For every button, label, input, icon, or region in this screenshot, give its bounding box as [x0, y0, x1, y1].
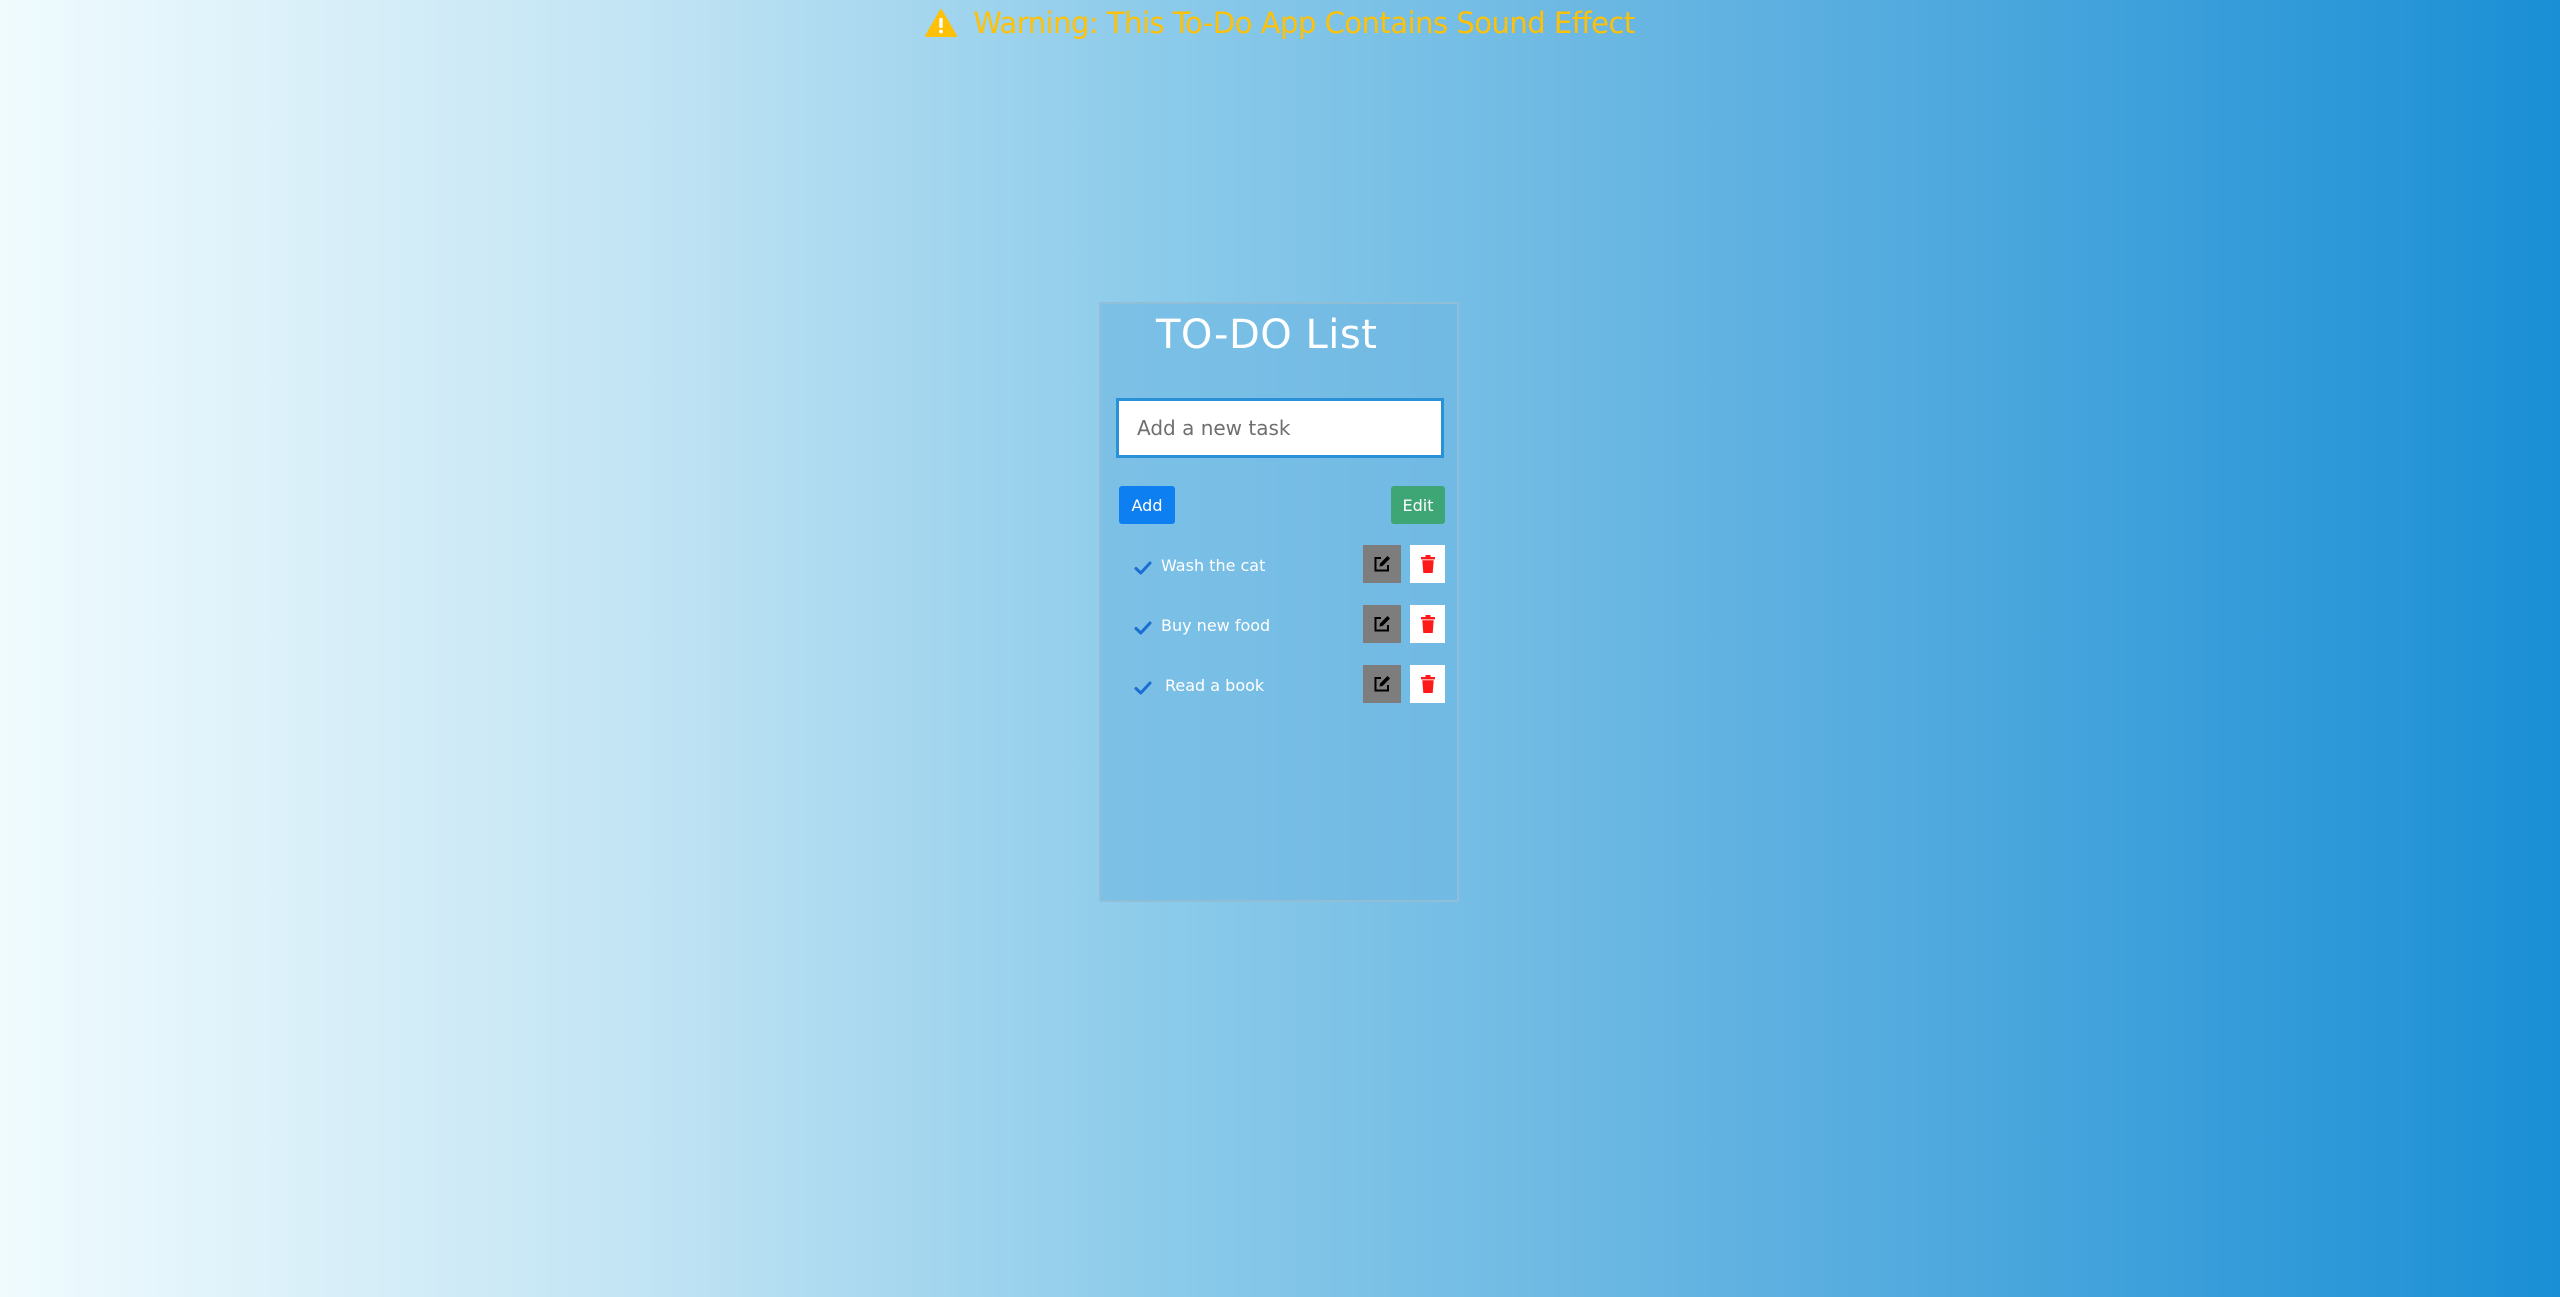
check-icon[interactable]: [1134, 680, 1152, 696]
edit-task-button[interactable]: [1363, 545, 1401, 583]
delete-task-button[interactable]: [1410, 665, 1445, 703]
task-text: Wash the cat: [1161, 556, 1266, 575]
edit-task-button[interactable]: [1363, 665, 1401, 703]
trash-icon: [1420, 615, 1435, 633]
task-item: Wash the cat: [1101, 542, 1457, 602]
new-task-input[interactable]: [1116, 398, 1444, 458]
todo-card: TO-DO List Add Edit Wash the cat: [1099, 302, 1459, 902]
delete-task-button[interactable]: [1410, 545, 1445, 583]
task-list: Wash the cat Buy new food Read a book: [1101, 542, 1457, 722]
check-icon[interactable]: [1134, 560, 1152, 576]
check-icon[interactable]: [1134, 620, 1152, 636]
trash-icon: [1420, 675, 1435, 693]
warning-banner: Warning: This To-Do App Contains Sound E…: [0, 6, 2560, 40]
page-title: TO-DO List: [1156, 312, 1378, 358]
edit-icon: [1374, 616, 1390, 632]
edit-task-button[interactable]: [1363, 605, 1401, 643]
task-item: Buy new food: [1101, 602, 1457, 662]
warning-text: Warning: This To-Do App Contains Sound E…: [973, 6, 1635, 40]
trash-icon: [1420, 555, 1435, 573]
task-text: Buy new food: [1161, 616, 1271, 635]
warning-triangle-icon: [925, 9, 958, 37]
delete-task-button[interactable]: [1410, 605, 1445, 643]
task-item: Read a book: [1101, 662, 1457, 722]
edit-icon: [1374, 676, 1390, 692]
edit-icon: [1374, 556, 1390, 572]
task-text: Read a book: [1165, 676, 1265, 695]
add-task-button[interactable]: Add: [1119, 486, 1175, 524]
edit-mode-button[interactable]: Edit: [1391, 486, 1445, 524]
